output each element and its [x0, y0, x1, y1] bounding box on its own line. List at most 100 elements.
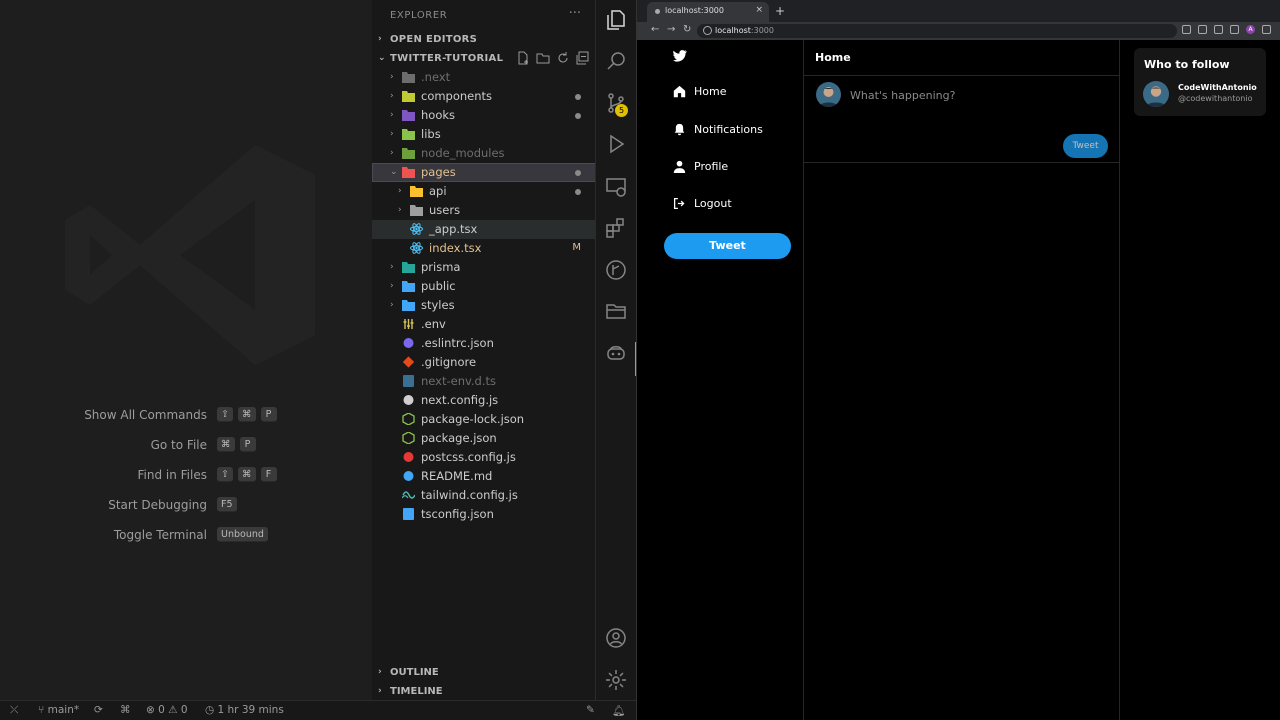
- sidebar-icon[interactable]: [1230, 25, 1239, 34]
- tree-file[interactable]: index.tsx M: [372, 239, 595, 258]
- refresh-icon[interactable]: [556, 51, 570, 65]
- welcome-command[interactable]: Toggle Terminal Unbound: [0, 526, 372, 546]
- welcome-command[interactable]: Go to File ⌘ P: [0, 436, 372, 456]
- welcome-command[interactable]: Start Debugging F5: [0, 496, 372, 516]
- branch-indicator[interactable]: ⑂ main*: [38, 704, 79, 716]
- tree-folder[interactable]: › node_modules: [372, 144, 595, 163]
- nav-notifications[interactable]: Notifications: [673, 119, 763, 139]
- welcome-command[interactable]: Find in Files ⇧ ⌘ F: [0, 466, 372, 486]
- suggestion-avatar[interactable]: [1143, 81, 1169, 107]
- sync-icon[interactable]: ⟳: [94, 704, 103, 716]
- tree-item-label: next.config.js: [421, 393, 499, 407]
- explorer-icon[interactable]: [604, 8, 628, 32]
- tree-item-label: .next: [421, 70, 451, 84]
- site-info-icon[interactable]: [703, 26, 712, 35]
- welcome-command[interactable]: Show All Commands ⇧ ⌘ P: [0, 406, 372, 426]
- project-section[interactable]: ⌄ TWITTER-TUTORIAL: [372, 50, 595, 68]
- sidebar-tweet-button[interactable]: Tweet: [664, 233, 791, 259]
- close-tab-icon[interactable]: ×: [755, 5, 763, 15]
- tree-file[interactable]: .env: [372, 315, 595, 334]
- address-bar[interactable]: localhost:3000: [697, 24, 1177, 38]
- browser-toolbar: ← → ↻ localhost:3000 A: [637, 22, 1280, 40]
- info-file-icon: [402, 470, 415, 482]
- user-avatar[interactable]: [816, 82, 841, 107]
- key-cap: ⌘: [217, 437, 235, 452]
- twitter-bird-icon[interactable]: [673, 50, 687, 62]
- run-debug-icon[interactable]: [604, 132, 628, 156]
- tree-folder[interactable]: › users: [372, 201, 595, 220]
- outline-section[interactable]: › OUTLINE: [372, 664, 595, 682]
- tree-file[interactable]: tsconfig.json: [372, 505, 595, 524]
- nav-profile[interactable]: Profile: [673, 156, 728, 176]
- settings-gear-icon[interactable]: [604, 668, 628, 692]
- tree-item-label: node_modules: [421, 146, 505, 160]
- tree-folder[interactable]: › prisma: [372, 258, 595, 277]
- forward-arrow-icon[interactable]: →: [667, 24, 675, 35]
- suggestion-name[interactable]: CodeWithAntonio: [1178, 83, 1257, 92]
- project-manager-icon[interactable]: [604, 299, 628, 323]
- new-file-icon[interactable]: [516, 51, 530, 65]
- folder-icon: [402, 90, 415, 102]
- chevron-right-icon: ›: [398, 186, 402, 196]
- tree-file[interactable]: package-lock.json: [372, 410, 595, 429]
- new-tab-icon[interactable]: +: [775, 4, 785, 18]
- chevron-right-icon: ›: [390, 300, 394, 310]
- tree-folder[interactable]: › hooks: [372, 106, 595, 125]
- bookmark-star-icon[interactable]: [1214, 25, 1223, 34]
- timeline-section[interactable]: › TIMELINE: [372, 683, 595, 700]
- problems-indicator[interactable]: ⊗ 0 ⚠ 0: [146, 704, 188, 716]
- twitter-sidebar: Home Notifications Profile Logout Tweet: [637, 40, 804, 720]
- tree-file[interactable]: .gitignore: [372, 353, 595, 372]
- profile-avatar[interactable]: A: [1246, 25, 1255, 34]
- keyboard-shortcut: Unbound: [217, 527, 268, 542]
- tree-folder[interactable]: › styles: [372, 296, 595, 315]
- explorer-title: EXPLORER: [390, 10, 448, 21]
- git-graph-icon[interactable]: [604, 258, 628, 282]
- key-cap: P: [260, 407, 277, 422]
- feedback-icon[interactable]: ✎: [586, 704, 595, 716]
- session-timer[interactable]: ◷ 1 hr 39 mins: [205, 704, 284, 716]
- notifications-bell-icon[interactable]: 🔔︎: [612, 704, 625, 717]
- extension-icon[interactable]: [1182, 25, 1191, 34]
- menu-icon[interactable]: [1262, 25, 1271, 34]
- remote-explorer-icon[interactable]: [604, 175, 628, 199]
- search-icon[interactable]: [604, 49, 628, 73]
- browser-tab[interactable]: localhost:3000 ×: [647, 2, 769, 22]
- modified-dot: [575, 113, 581, 119]
- new-folder-icon[interactable]: [536, 51, 550, 65]
- accounts-icon[interactable]: [604, 626, 628, 650]
- remote-indicator-icon[interactable]: ⤫: [10, 704, 18, 717]
- tree-folder[interactable]: › libs: [372, 125, 595, 144]
- nav-home[interactable]: Home: [673, 81, 726, 101]
- extensions-icon[interactable]: [604, 216, 628, 240]
- tree-file[interactable]: README.md: [372, 467, 595, 486]
- nav-logout[interactable]: Logout: [673, 193, 732, 213]
- tree-folder[interactable]: › public: [372, 277, 595, 296]
- tree-item-label: next-env.d.ts: [421, 374, 497, 388]
- tree-file[interactable]: next.config.js: [372, 391, 595, 410]
- compose-tweet-button[interactable]: Tweet: [1063, 134, 1108, 158]
- npm-file-icon: [402, 412, 415, 426]
- tree-file[interactable]: postcss.config.js: [372, 448, 595, 467]
- back-arrow-icon[interactable]: ←: [651, 24, 659, 35]
- tree-folder[interactable]: › .next: [372, 68, 595, 87]
- tree-file[interactable]: package.json: [372, 429, 595, 448]
- tree-file[interactable]: next-env.d.ts: [372, 372, 595, 391]
- favicon-icon: [655, 9, 660, 14]
- reload-icon[interactable]: ↻: [683, 24, 691, 35]
- publish-icon[interactable]: ⌘: [120, 704, 131, 716]
- chevron-right-icon: ›: [390, 129, 394, 139]
- share-icon[interactable]: [1198, 25, 1207, 34]
- tree-file[interactable]: .eslintrc.json: [372, 334, 595, 353]
- tree-folder[interactable]: › api: [372, 182, 595, 201]
- open-editors-section[interactable]: › OPEN EDITORS: [372, 31, 595, 49]
- tree-folder[interactable]: › components: [372, 87, 595, 106]
- command-label: Go to File: [150, 438, 207, 452]
- tree-file[interactable]: _app.tsx: [372, 220, 595, 239]
- copilot-icon[interactable]: [604, 341, 628, 365]
- more-actions-icon[interactable]: ···: [569, 6, 581, 21]
- tree-folder[interactable]: ⌄ pages: [372, 163, 595, 182]
- tree-file[interactable]: tailwind.config.js: [372, 486, 595, 505]
- compose-input[interactable]: What's happening?: [850, 89, 955, 102]
- collapse-all-icon[interactable]: [576, 51, 590, 65]
